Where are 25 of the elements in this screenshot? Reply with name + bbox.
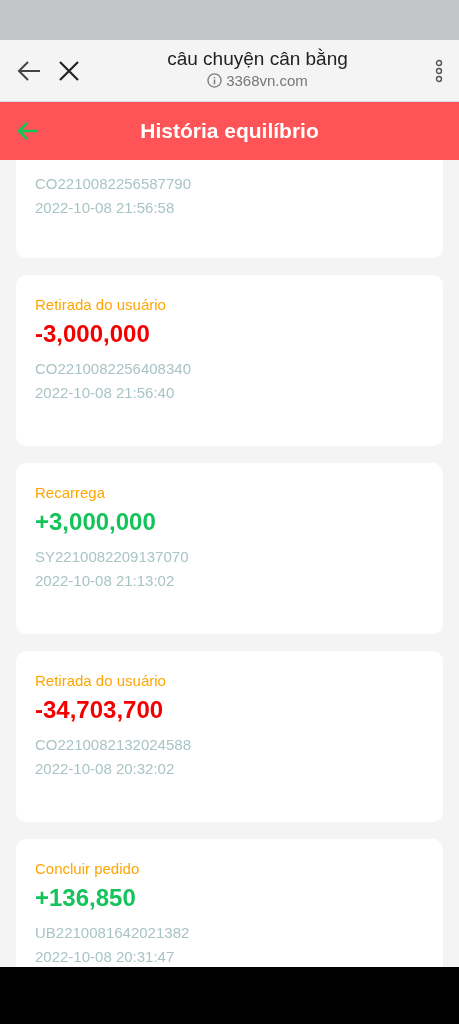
close-button[interactable]: [58, 59, 80, 82]
transaction-code: CO2210082256587790: [35, 174, 192, 194]
page-heading: História equilíbrio: [139, 118, 320, 145]
transaction-amount: -3,000,000: [35, 319, 151, 349]
transaction-time: 2022-10-08 21:13:02: [35, 571, 176, 591]
transaction-type: Retirada do usuário: [35, 671, 167, 691]
transaction-time: 2022-10-08 20:32:02: [35, 759, 176, 779]
menu-button[interactable]: [435, 58, 443, 83]
transaction-code: UB2210081642021382: [35, 923, 191, 943]
back-button[interactable]: [16, 59, 42, 82]
transaction-type: Retirada do usuário: [35, 295, 167, 315]
transaction-type: Concluir pedido: [35, 859, 141, 879]
transaction-time: 2022-10-08 21:56:40: [35, 383, 176, 403]
transaction-time: 2022-10-08 20:31:47: [35, 947, 176, 967]
info-icon: [207, 73, 223, 89]
transaction-code: CO2210082256408340: [35, 359, 192, 379]
transaction-code: CO2210082132024588: [35, 735, 192, 755]
transaction-type: Recarrega: [35, 483, 107, 503]
url-text: 3368vn.com: [226, 70, 308, 91]
transaction-amount: +136,850: [35, 883, 137, 913]
transaction-amount: +3,000,000: [35, 507, 157, 537]
page-title: câu chuyện cân bằng: [166, 48, 349, 70]
transaction-time: 2022-10-08 21:56:58: [35, 198, 176, 218]
transaction-amount: -34,703,700: [35, 695, 165, 725]
transaction-code: SY2210082209137070: [35, 547, 190, 567]
